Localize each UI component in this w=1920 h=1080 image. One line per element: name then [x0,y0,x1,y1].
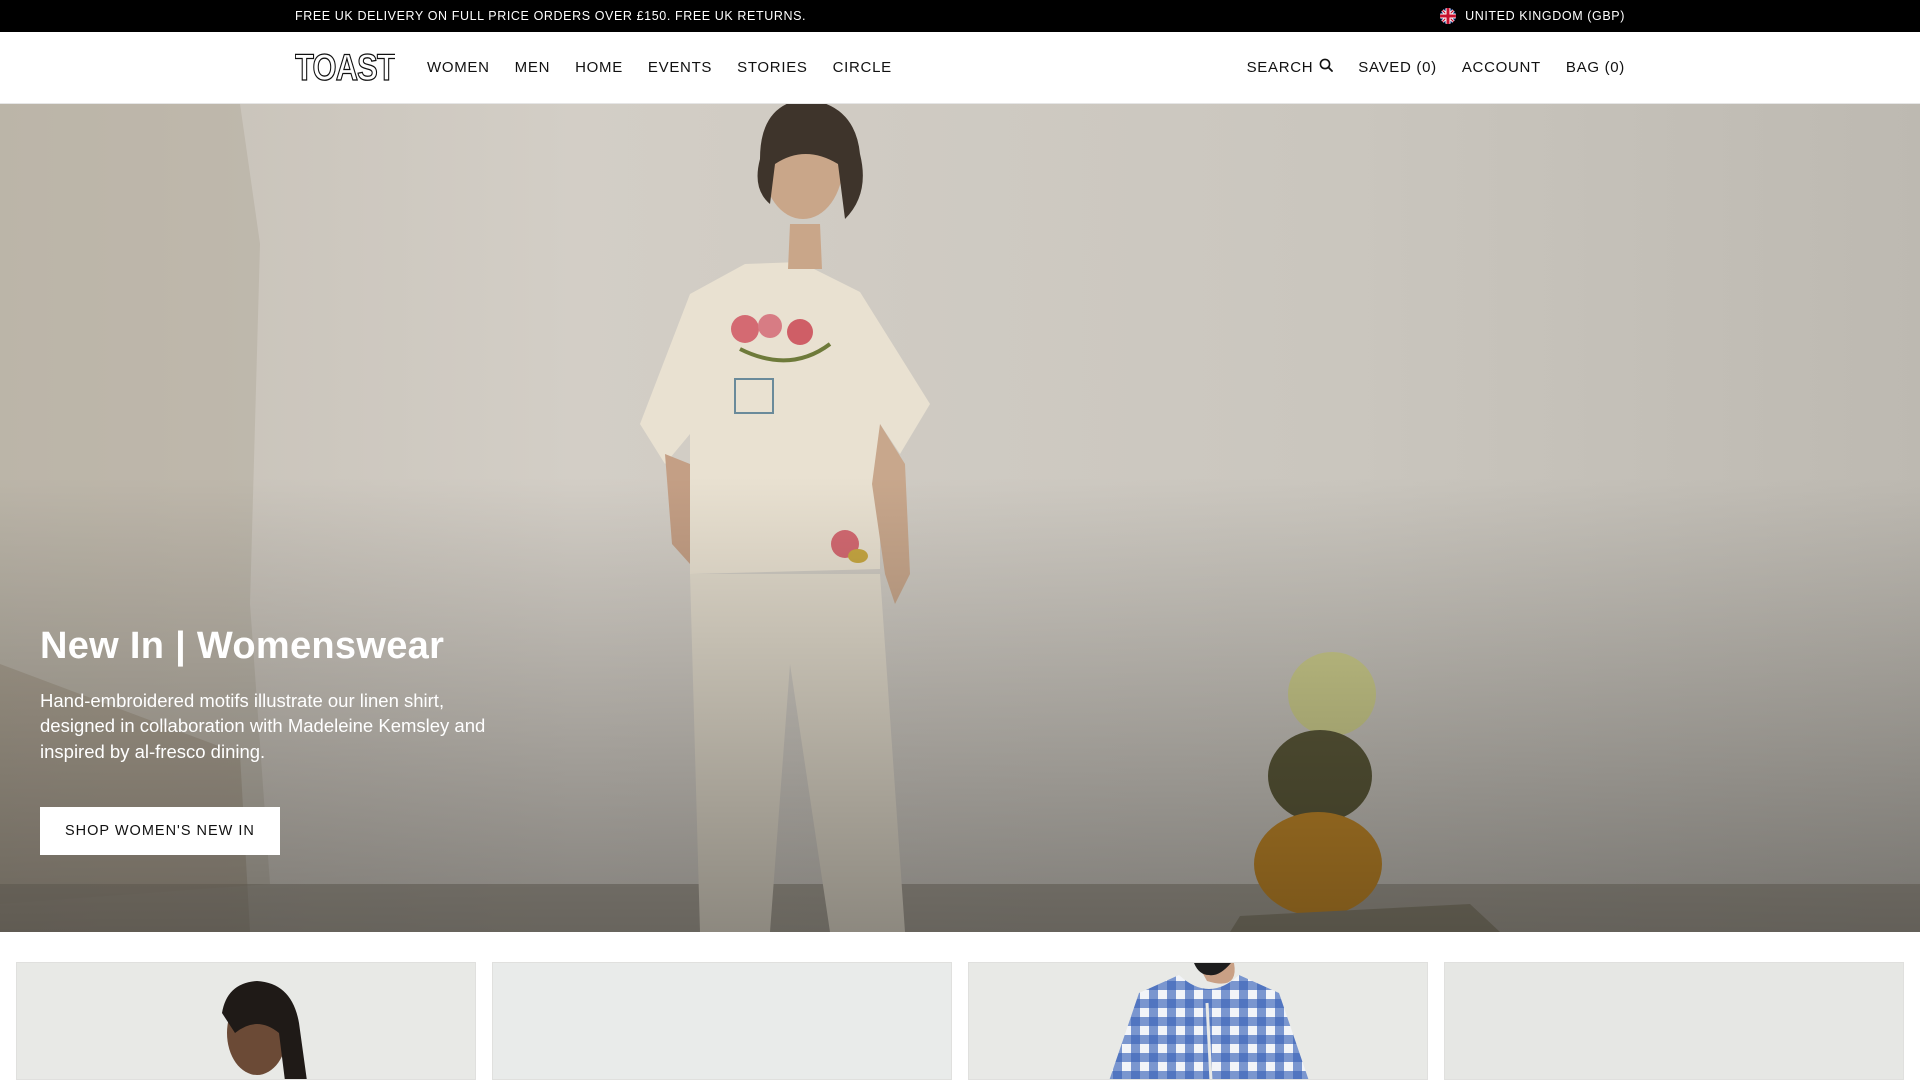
hero-title: New In | Womenswear [40,625,445,667]
product-tile-4[interactable] [1444,962,1904,1080]
uk-flag-icon [1440,8,1457,24]
region-label: UNITED KINGDOM (GBP) [1465,9,1625,23]
nav-women[interactable]: WOMEN [427,59,490,76]
account-link[interactable]: ACCOUNT [1462,59,1541,76]
nav-men[interactable]: MEN [515,59,550,76]
svg-text:TOAST: TOAST [295,49,395,85]
product-tiles-row [16,962,1904,1080]
hero-copy: New In | Womenswear Hand-embroidered mot… [40,624,510,765]
nav-stories[interactable]: STORIES [737,59,807,76]
hero-banner: New In | Womenswear Hand-embroidered mot… [0,104,1920,932]
search-label: SEARCH [1246,58,1314,76]
product-tile-1[interactable] [16,962,476,1080]
hero-image[interactable] [0,104,1920,932]
search-icon [1319,58,1334,76]
search-button[interactable]: SEARCH [1247,58,1334,76]
region-selector[interactable]: UNITED KINGDOM (GBP) [1440,8,1625,24]
shop-womens-new-in-button[interactable]: SHOP WOMEN'S NEW IN [40,807,280,855]
product-image-2 [493,963,951,1079]
nav-home[interactable]: HOME [575,59,623,76]
nav-circle[interactable]: CIRCLE [833,59,892,76]
product-image-4 [1445,963,1903,1079]
utility-nav: SEARCH SAVED (0) ACCOUNT BAG (0) [1247,58,1625,76]
announcement-bar: FREE UK DELIVERY ON FULL PRICE ORDERS OV… [0,0,1920,32]
product-image-3 [969,963,1427,1079]
nav-events[interactable]: EVENTS [648,59,712,76]
main-nav: WOMEN MEN HOME EVENTS STORIES CIRCLE [427,59,892,77]
product-tile-3[interactable] [968,962,1428,1080]
hero-description: Hand-embroidered motifs illustrate our l… [40,689,486,763]
toast-logo[interactable]: TOAST [294,46,397,88]
bag-link[interactable]: BAG (0) [1566,59,1625,76]
delivery-promo-text: FREE UK DELIVERY ON FULL PRICE ORDERS OV… [295,9,807,23]
site-header: TOAST WOMEN MEN HOME EVENTS STORIES CIRC… [0,32,1920,104]
product-tile-2[interactable] [492,962,952,1080]
saved-link[interactable]: SAVED (0) [1358,59,1437,76]
product-image-1 [17,963,475,1079]
